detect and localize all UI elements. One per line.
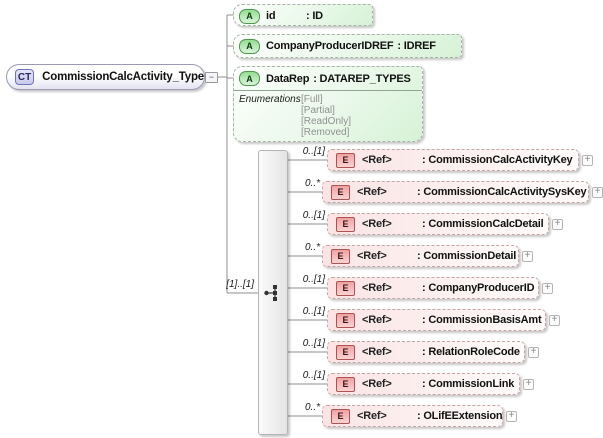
expand-icon[interactable]: + bbox=[506, 411, 517, 422]
element-type-label: : CommissionLink bbox=[422, 378, 515, 390]
cardinality-label: 0..[1] bbox=[302, 146, 325, 157]
element-type-label: : RelationRoleCode bbox=[422, 346, 520, 358]
cardinality-label: 0..* bbox=[304, 242, 320, 253]
element-icon: E bbox=[336, 376, 355, 392]
attribute-type: : ID bbox=[306, 10, 323, 22]
element-icon: E bbox=[336, 312, 355, 328]
element-icon: E bbox=[331, 248, 350, 264]
element-type-label: : CommissionBasisAmt bbox=[422, 314, 542, 326]
enumeration-value: [Full] bbox=[301, 94, 323, 105]
enumeration-value: [Partial] bbox=[301, 105, 335, 116]
cardinality-label: 0..[1] bbox=[302, 274, 325, 285]
attribute-name: DataRep bbox=[266, 72, 310, 85]
element-ref-label: <Ref> bbox=[362, 314, 392, 326]
expand-icon[interactable]: + bbox=[549, 315, 560, 326]
attribute-icon: A bbox=[239, 8, 260, 24]
element-icon: E bbox=[336, 280, 355, 296]
sequence-icon bbox=[264, 285, 277, 301]
expand-icon[interactable]: + bbox=[523, 379, 534, 390]
element-node[interactable]: E <Ref> : CommissionCalcDetail bbox=[327, 213, 549, 235]
element-node[interactable]: E <Ref> : CompanyProducerID bbox=[327, 277, 539, 299]
element-ref-label: <Ref> bbox=[362, 218, 392, 230]
element-icon: E bbox=[331, 184, 350, 200]
element-ref-label: <Ref> bbox=[362, 282, 392, 294]
attribute-node-company-producer-idref[interactable]: A CompanyProducerIDREF : IDREF bbox=[233, 34, 462, 58]
element-ref-label: <Ref> bbox=[362, 346, 392, 358]
element-type-label: : OLifEExtension bbox=[417, 410, 503, 422]
expand-icon[interactable]: + bbox=[552, 219, 563, 230]
element-node[interactable]: E <Ref> : CommissionDetail bbox=[322, 245, 519, 267]
element-type-label: : CommissionCalcActivityKey bbox=[422, 154, 573, 166]
element-icon: E bbox=[336, 216, 355, 232]
enumerations-label: Enumerations bbox=[239, 94, 301, 105]
element-node[interactable]: E <Ref> : CommissionBasisAmt bbox=[327, 309, 546, 331]
element-icon: E bbox=[336, 344, 355, 360]
element-node[interactable]: E <Ref> : RelationRoleCode bbox=[327, 341, 525, 363]
sequence-cardinality-label: [1]..[1] bbox=[226, 279, 254, 290]
attribute-icon: A bbox=[239, 38, 260, 54]
attribute-name: CompanyProducerIDREF bbox=[266, 40, 394, 52]
cardinality-label: 0..[1] bbox=[302, 210, 325, 221]
element-node[interactable]: E <Ref> : CommissionCalcActivityKey bbox=[327, 149, 579, 171]
attribute-type: : DATAREP_TYPES bbox=[313, 72, 411, 85]
schema-diagram: CT CommissionCalcActivity_Type − A id : … bbox=[0, 0, 603, 438]
element-ref-label: <Ref> bbox=[357, 186, 387, 198]
enumeration-value: [ReadOnly] bbox=[301, 116, 352, 127]
element-ref-label: <Ref> bbox=[362, 154, 392, 166]
cardinality-label: 0..[1] bbox=[302, 370, 325, 381]
attribute-node-id[interactable]: A id : ID bbox=[233, 4, 373, 26]
cardinality-label: 0..* bbox=[304, 402, 320, 413]
collapse-icon[interactable]: − bbox=[205, 72, 218, 83]
cardinality-label: 0..[1] bbox=[302, 338, 325, 349]
expand-icon[interactable]: + bbox=[592, 187, 603, 198]
attribute-name: id bbox=[266, 10, 276, 22]
attribute-node-data-rep[interactable]: A DataRep : DATAREP_TYPES Enumerations [… bbox=[233, 66, 423, 142]
element-icon: E bbox=[336, 152, 355, 168]
element-ref-label: <Ref> bbox=[362, 378, 392, 390]
enumeration-values: [Full] [Partial] [ReadOnly] [Removed] bbox=[301, 94, 351, 138]
element-node[interactable]: E <Ref> : OLifEExtension bbox=[322, 405, 503, 427]
cardinality-label: 0..[1] bbox=[302, 306, 325, 317]
element-node[interactable]: E <Ref> : CommissionCalcActivitySysKey bbox=[322, 181, 589, 203]
complex-type-icon: CT bbox=[15, 69, 35, 85]
expand-icon[interactable]: + bbox=[582, 155, 593, 166]
element-node[interactable]: E <Ref> : CommissionLink bbox=[327, 373, 520, 395]
element-icon: E bbox=[331, 408, 350, 424]
attribute-type: : IDREF bbox=[397, 40, 436, 52]
element-type-label: : CommissionDetail bbox=[417, 250, 517, 262]
cardinality-label: 0..* bbox=[304, 178, 320, 189]
expand-icon[interactable]: + bbox=[522, 251, 533, 262]
expand-icon[interactable]: + bbox=[528, 347, 539, 358]
attribute-icon: A bbox=[239, 71, 260, 86]
enumeration-value: [Removed] bbox=[301, 127, 350, 138]
element-ref-label: <Ref> bbox=[357, 250, 387, 262]
complex-type-node[interactable]: CT CommissionCalcActivity_Type bbox=[6, 64, 205, 90]
element-ref-label: <Ref> bbox=[357, 410, 387, 422]
element-type-label: : CommissionCalcActivitySysKey bbox=[417, 186, 587, 198]
element-type-label: : CompanyProducerID bbox=[422, 282, 535, 294]
element-type-label: : CommissionCalcDetail bbox=[422, 218, 544, 230]
expand-icon[interactable]: + bbox=[542, 283, 553, 294]
complex-type-label: CommissionCalcActivity_Type bbox=[42, 71, 204, 83]
